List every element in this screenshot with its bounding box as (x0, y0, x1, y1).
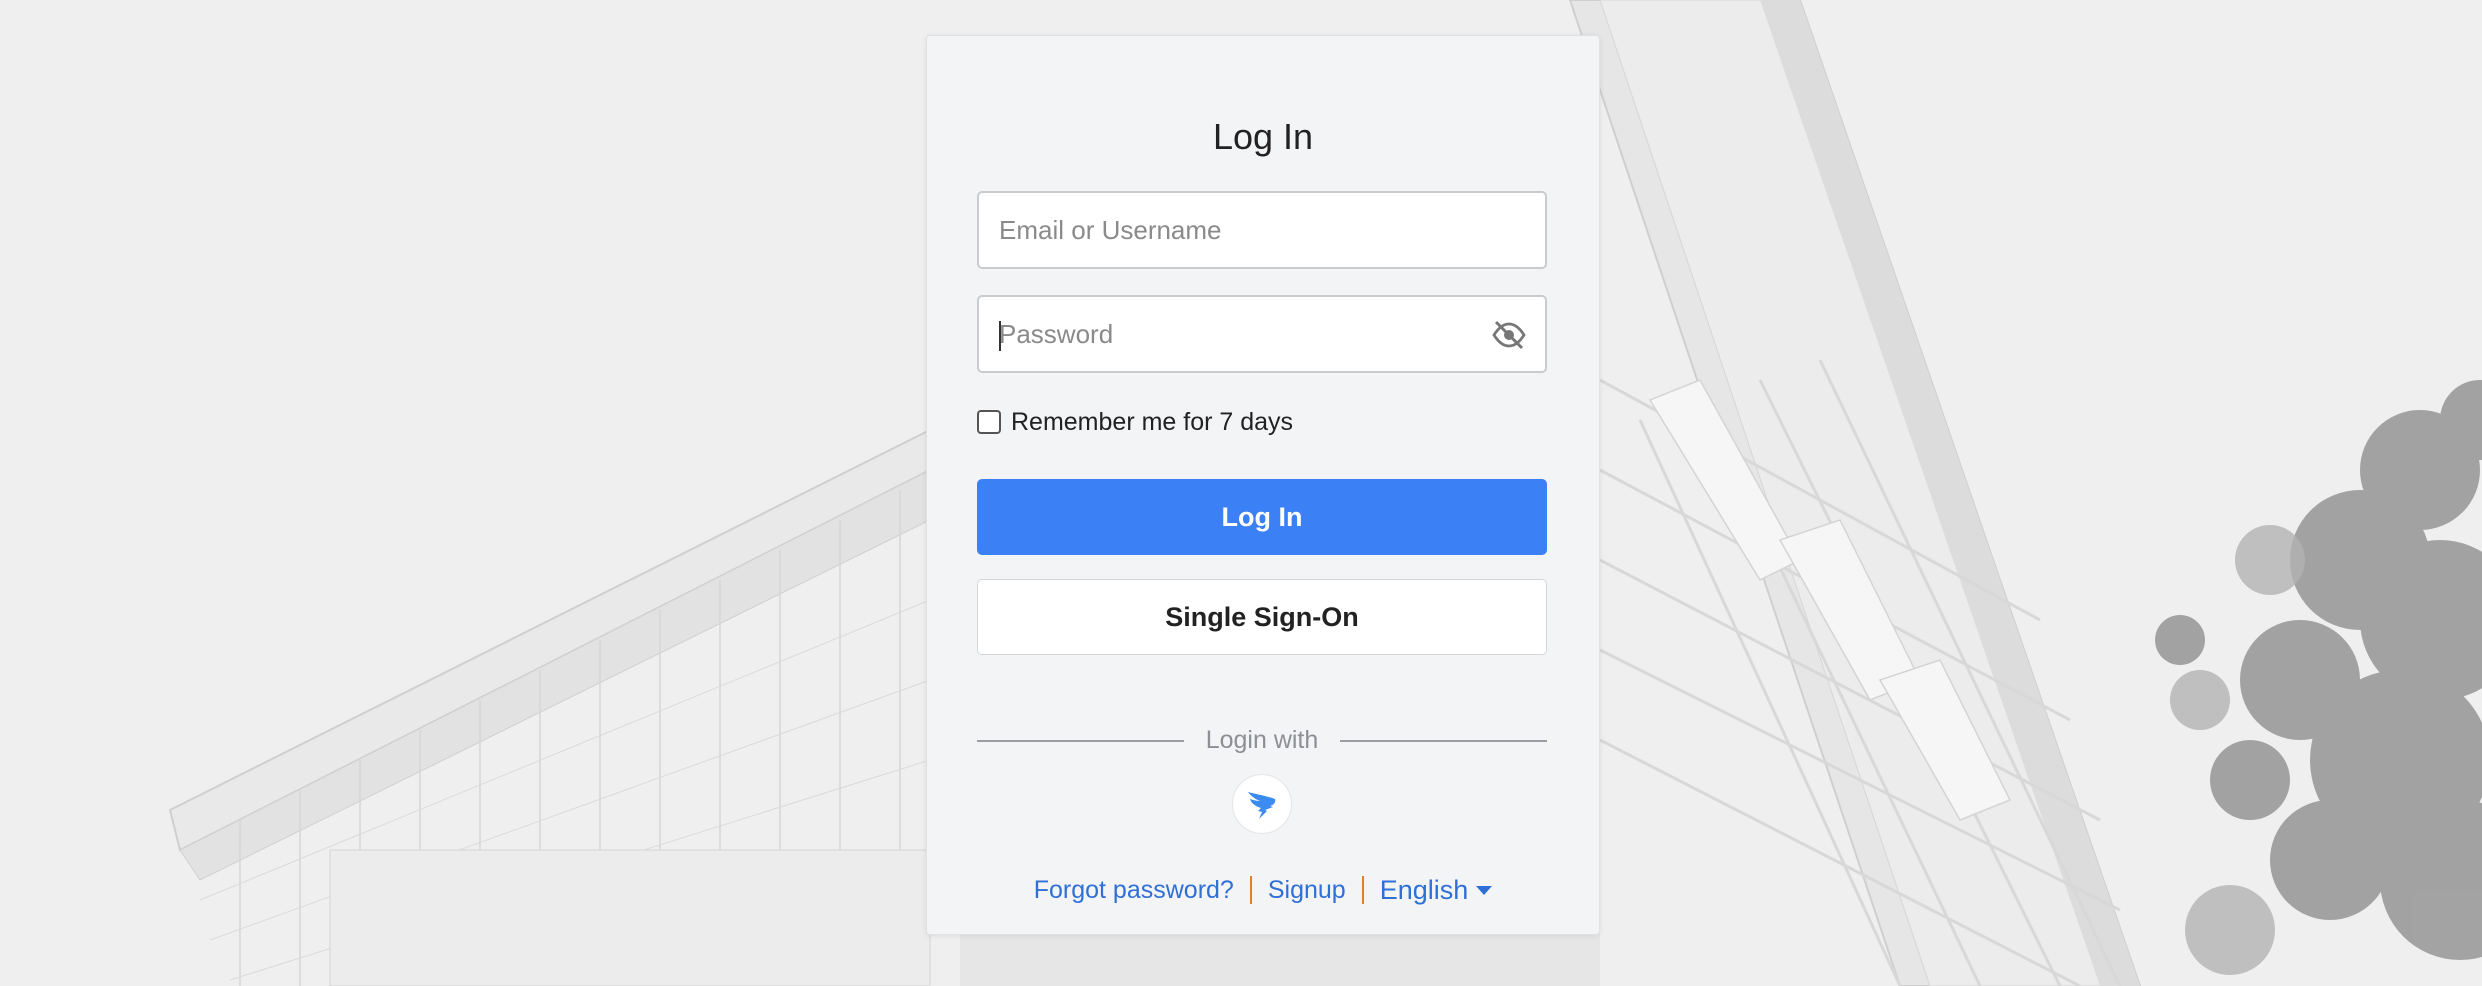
password-input[interactable] (979, 297, 1545, 371)
language-selector[interactable]: English (1380, 875, 1493, 906)
language-label: English (1379, 874, 1469, 905)
email-input[interactable] (979, 193, 1545, 267)
page-title: Log In (1212, 116, 1314, 157)
dingtalk-login-button[interactable] (1232, 774, 1292, 834)
divider-line-right (1340, 740, 1547, 742)
forgot-password-link[interactable]: Forgot password? (1034, 876, 1234, 905)
remember-me[interactable]: Remember me for 7 days (977, 405, 1293, 439)
single-sign-on-button[interactable]: Single Sign-On (977, 579, 1547, 655)
signup-link[interactable]: Signup (1268, 876, 1346, 905)
text-cursor (999, 321, 1001, 351)
caret-down-icon (1476, 885, 1493, 895)
dingtalk-icon (1248, 792, 1276, 819)
remember-label: Remember me for 7 days (1011, 407, 1294, 436)
footer-separator (1361, 876, 1364, 904)
remember-checkbox[interactable] (977, 410, 1001, 434)
login-page: Log In Remember me for 7 days Log In Sin… (0, 0, 2482, 986)
password-field[interactable] (977, 295, 1547, 373)
email-field[interactable] (977, 191, 1547, 269)
login-with-divider: Login with (977, 722, 1547, 758)
footer-links: Forgot password? Signup English (927, 872, 1599, 908)
footer-separator (1249, 876, 1252, 904)
eye-slash-icon[interactable] (1491, 319, 1527, 351)
login-button[interactable]: Log In (977, 479, 1547, 555)
login-card: Log In Remember me for 7 days Log In Sin… (926, 35, 1600, 935)
